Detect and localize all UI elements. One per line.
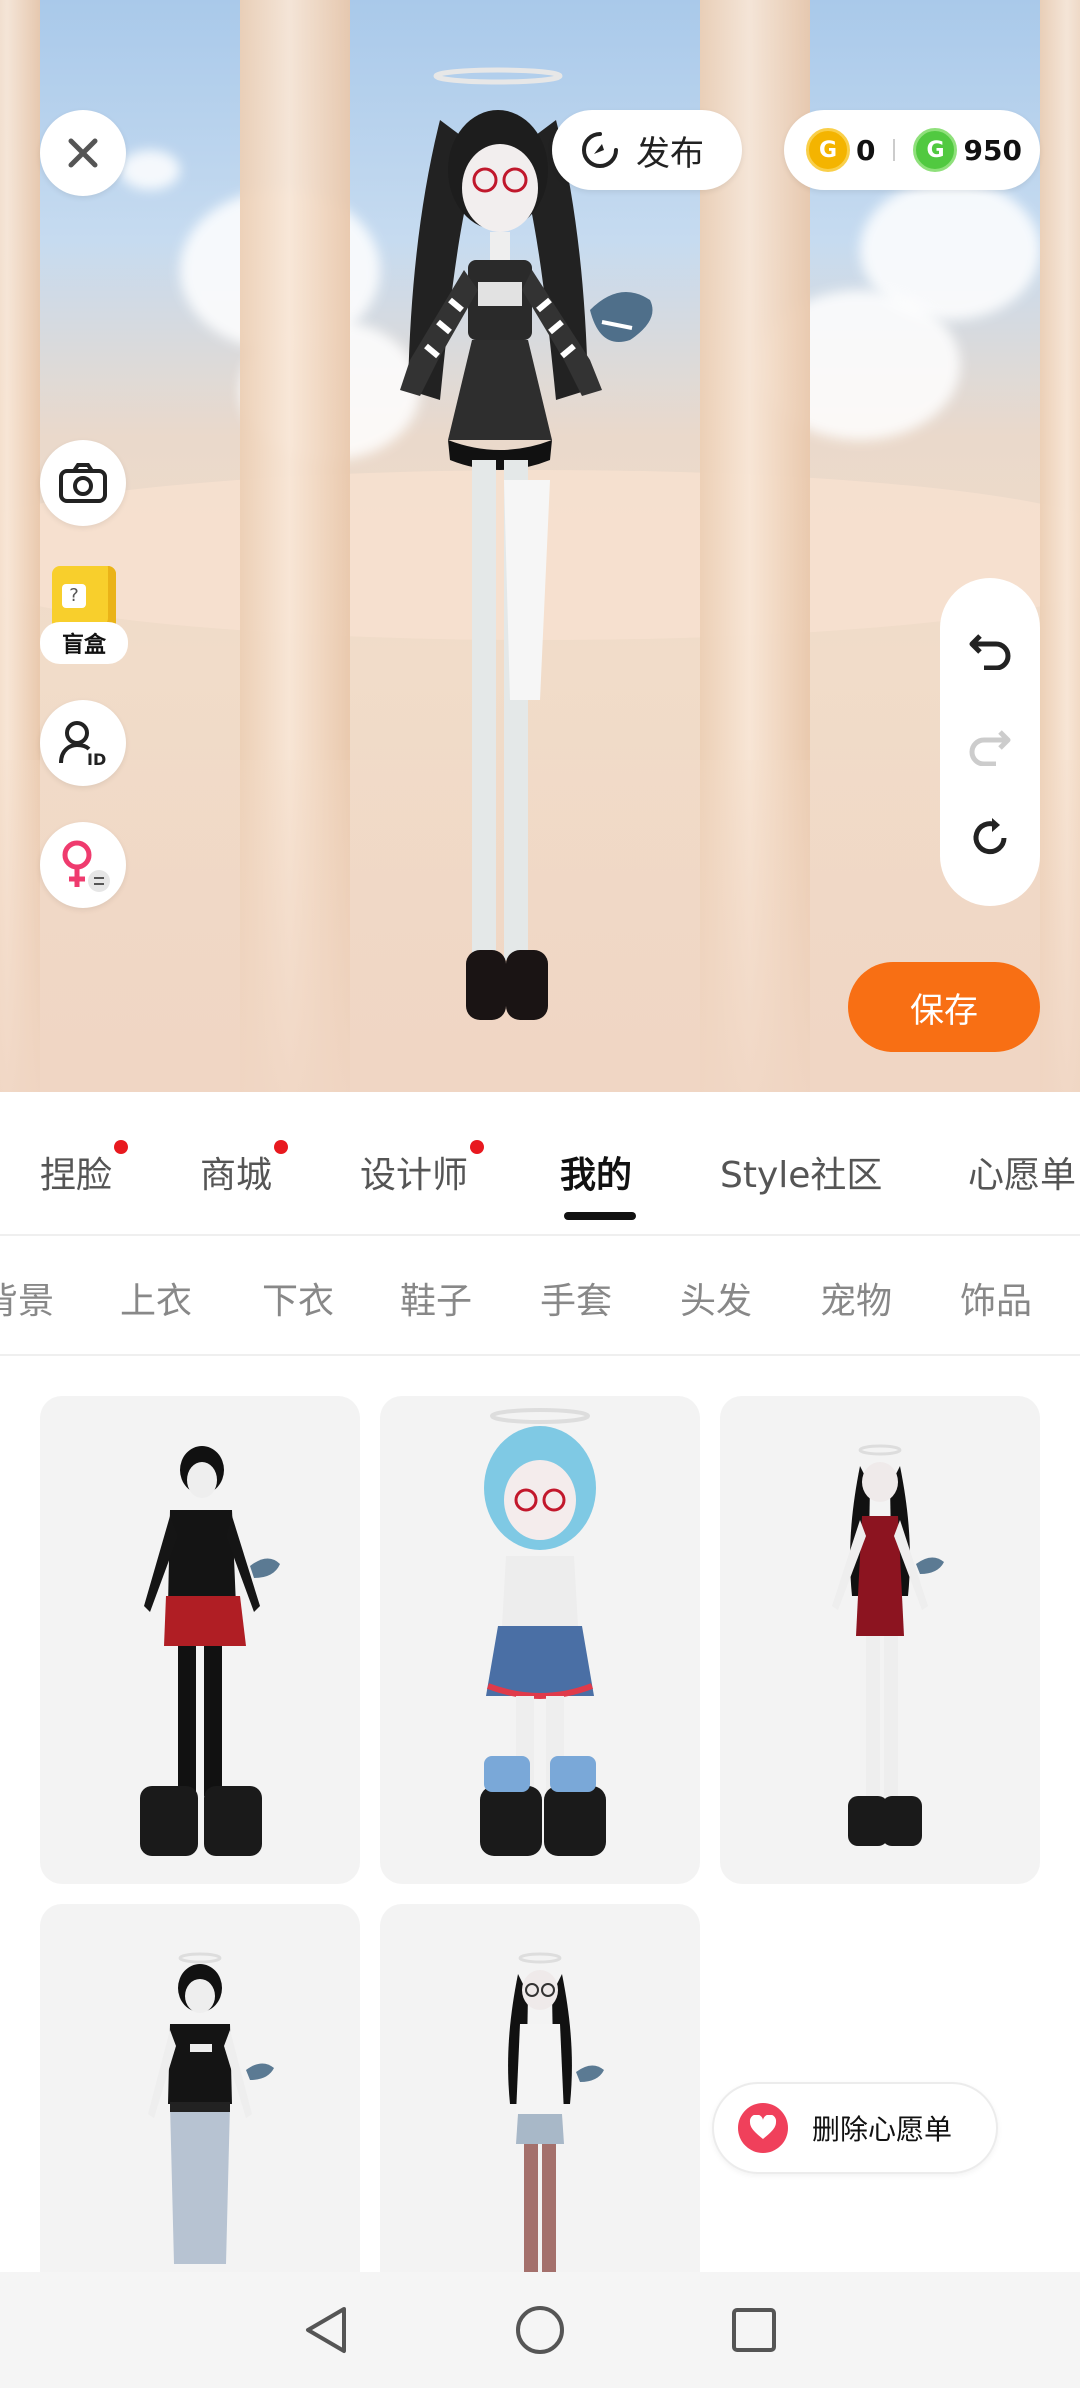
publish-icon — [582, 132, 618, 168]
gold-coin-count: 0 — [856, 133, 876, 167]
id-button[interactable]: ID — [40, 700, 126, 786]
currency-display[interactable]: G 0 G 950 — [784, 110, 1040, 190]
save-button[interactable]: 保存 — [848, 962, 1040, 1052]
outfit-card[interactable] — [380, 1396, 700, 1884]
tab-wishlist[interactable]: 心愿单 — [968, 1146, 1076, 1198]
system-nav-bar — [0, 2272, 1080, 2388]
green-coin-count: 950 — [963, 133, 1022, 167]
outfit-card[interactable] — [40, 1396, 360, 1884]
remove-wishlist-button[interactable]: 删除心愿单 — [712, 2082, 998, 2174]
outfit-thumbnail — [480, 1408, 606, 1856]
main-tabs: 捏脸 商城 设计师 我的 Style社区 心愿单 — [0, 1092, 1080, 1236]
svg-text:ID: ID — [87, 750, 106, 769]
divider — [893, 139, 896, 161]
gender-switch-icon — [62, 840, 110, 892]
redo-icon[interactable] — [966, 718, 1014, 766]
notification-dot — [470, 1140, 485, 1154]
outfit-card[interactable] — [40, 1904, 360, 2272]
back-icon[interactable] — [302, 2305, 350, 2355]
notification-dot — [114, 1140, 129, 1154]
heart-icon — [738, 2103, 788, 2153]
camera-icon — [59, 463, 107, 503]
blindbox-label: 盲盒 — [40, 622, 128, 664]
tab-shop[interactable]: 商城 — [200, 1140, 289, 1198]
recents-icon[interactable] — [730, 2306, 778, 2354]
green-coin-icon: G — [913, 128, 958, 172]
remove-wishlist-label: 删除心愿单 — [812, 2113, 953, 2146]
outfit-thumbnail — [140, 1446, 280, 1856]
history-panel — [940, 578, 1040, 906]
category-pet[interactable]: 宠物 — [820, 1272, 892, 1324]
close-icon — [68, 138, 98, 168]
category-tabs: 背景 上衣 下衣 鞋子 手套 头发 宠物 饰品 — [0, 1236, 1080, 1356]
publish-label: 发布 — [636, 133, 704, 174]
tab-face[interactable]: 捏脸 — [40, 1140, 129, 1198]
category-gloves[interactable]: 手套 — [540, 1272, 612, 1324]
tab-designer[interactable]: 设计师 — [360, 1140, 485, 1198]
main-avatar[interactable] — [380, 60, 700, 1060]
notification-dot — [274, 1140, 289, 1154]
avatar-scene[interactable]: 发布 G 0 G 950 盲盒 ID 保存 — [0, 0, 1080, 1092]
category-background[interactable]: 背景 — [0, 1272, 54, 1324]
category-shoes[interactable]: 鞋子 — [400, 1272, 472, 1324]
reset-icon[interactable] — [966, 814, 1014, 862]
gold-coin-icon: G — [806, 128, 850, 172]
camera-button[interactable] — [40, 440, 126, 526]
undo-icon[interactable] — [966, 622, 1014, 670]
outfit-thumbnail — [508, 1952, 604, 2272]
home-icon[interactable] — [514, 2304, 566, 2356]
category-bottom[interactable]: 下衣 — [262, 1272, 334, 1324]
publish-button[interactable]: 发布 — [552, 110, 742, 190]
blindbox-button[interactable]: 盲盒 — [40, 566, 128, 666]
cloud — [120, 150, 180, 190]
gender-switch-button[interactable] — [40, 822, 126, 908]
outfit-thumbnail — [148, 1952, 274, 2264]
close-button[interactable] — [40, 110, 126, 196]
category-top[interactable]: 上衣 — [120, 1272, 192, 1324]
outfit-card[interactable] — [720, 1396, 1040, 1884]
outfit-thumbnail — [832, 1444, 944, 1846]
tab-mine[interactable]: 我的 — [560, 1146, 632, 1198]
outfit-card[interactable] — [380, 1904, 700, 2272]
tab-style-community[interactable]: Style社区 — [720, 1146, 882, 1198]
category-hair[interactable]: 头发 — [680, 1272, 752, 1324]
id-icon: ID — [59, 721, 106, 769]
active-tab-indicator — [564, 1212, 636, 1220]
category-accessory[interactable]: 饰品 — [960, 1272, 1032, 1324]
